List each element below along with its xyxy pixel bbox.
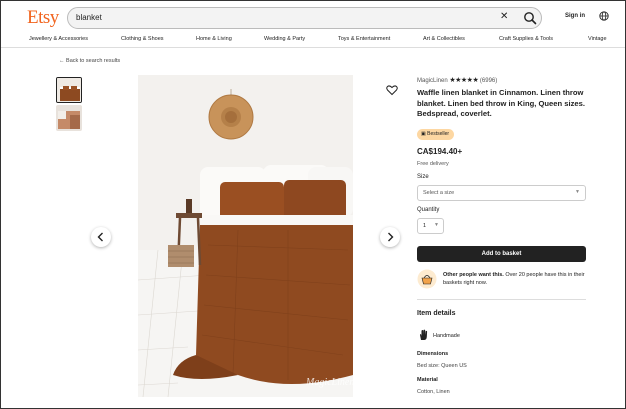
divider [417, 299, 586, 300]
back-to-search-link[interactable]: ← Back to search results [59, 58, 120, 64]
thumbnail-1[interactable] [56, 77, 82, 103]
social-proof-bold: Other people want this. [443, 272, 504, 278]
dimensions-heading: Dimensions [417, 351, 449, 357]
size-select[interactable]: Select a size ▼ [417, 185, 586, 201]
nav-item-toys[interactable]: Toys & Entertainment [338, 36, 390, 42]
price: CA$194.40+ [417, 147, 463, 156]
size-select-value: Select a size [423, 190, 455, 196]
sign-in-link[interactable]: Sign in [565, 13, 585, 19]
globe-icon[interactable] [599, 11, 609, 21]
search-icon[interactable] [521, 10, 539, 26]
heart-icon[interactable] [386, 84, 398, 96]
nav-item-wedding[interactable]: Wedding & Party [264, 36, 305, 42]
clear-search-icon[interactable]: ✕ [500, 11, 508, 22]
watermark-text: MagicLinen [305, 377, 353, 388]
badge-label: Bestseller [427, 131, 450, 137]
material-value: Cotton, Linen [417, 389, 450, 395]
item-details-heading[interactable]: Item details [417, 310, 456, 317]
review-count[interactable]: (6996) [480, 78, 497, 84]
chevron-down-icon: ▼ [575, 189, 580, 195]
listing-title: Waffle linen blanket in Cinnamon. Linen … [417, 88, 585, 118]
size-label: Size [417, 174, 429, 180]
nav-item-vintage[interactable]: Vintage [588, 36, 607, 42]
delivery-note: Free delivery [417, 161, 449, 167]
star-rating: ★★★★★ [449, 77, 479, 84]
bestseller-badge: ▣ Bestseller [417, 129, 455, 140]
chevron-left-icon [97, 232, 103, 242]
basket-icon [417, 269, 437, 289]
previous-image-button[interactable] [91, 227, 111, 247]
search-input[interactable]: blanket [76, 13, 102, 22]
chevron-right-icon [388, 232, 394, 242]
search-bar[interactable]: blanket ✕ [67, 7, 542, 29]
nav-item-art[interactable]: Art & Collectibles [423, 36, 465, 42]
product-photo: MagicLinen [138, 75, 353, 397]
nav-item-clothing[interactable]: Clothing & Shoes [121, 36, 164, 42]
quantity-label: Quantity [417, 207, 440, 213]
product-main-image[interactable]: MagicLinen [138, 75, 353, 397]
next-image-button[interactable] [380, 227, 400, 247]
material-heading: Material [417, 377, 438, 383]
hand-icon [420, 329, 428, 340]
dimensions-value: Bed size: Queen US [417, 363, 467, 369]
nav-item-jewellery[interactable]: Jewellery & Accessories [29, 36, 88, 42]
nav-item-craft[interactable]: Craft Supplies & Tools [499, 36, 553, 42]
social-proof-text: Other people want this. Over 20 people h… [443, 271, 585, 287]
thumbnail-2-image [56, 105, 82, 131]
nav-item-home[interactable]: Home & Living [196, 36, 232, 42]
page-frame: Etsy blanket ✕ Sign in Jewellery & Acces… [0, 0, 626, 409]
add-to-basket-button[interactable]: Add to basket [417, 246, 586, 262]
category-nav: Jewellery & Accessories Clothing & Shoes… [1, 34, 625, 48]
thumbnail-1-image [57, 78, 81, 102]
handmade-label: Handmade [433, 333, 460, 339]
chevron-down-icon: ▼ [434, 222, 439, 228]
quantity-select[interactable]: 1 ▼ [417, 218, 444, 234]
etsy-logo[interactable]: Etsy [27, 7, 59, 29]
shop-name-link[interactable]: MagicLinen [417, 78, 448, 84]
thumbnail-2[interactable] [56, 105, 82, 131]
shop-rating-line: MagicLinen ★★★★★ (6996) [417, 76, 497, 84]
quantity-value: 1 [423, 223, 427, 229]
